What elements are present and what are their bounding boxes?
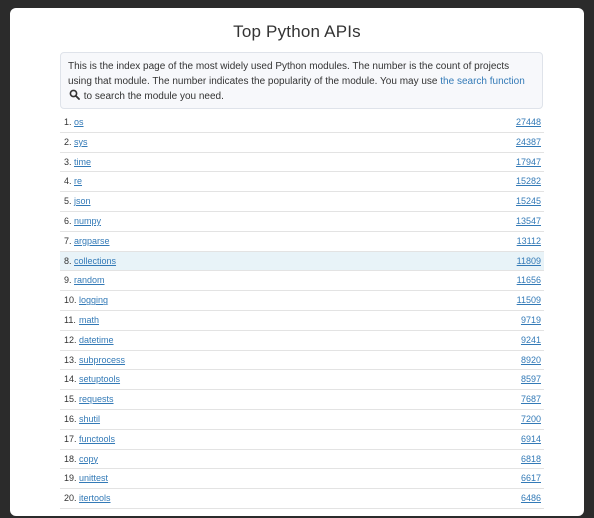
module-row: 8. collections 11809 — [60, 251, 544, 272]
module-count-link[interactable]: 6914 — [521, 430, 541, 449]
module-rank: 8. — [64, 255, 72, 266]
module-rank: 11. — [64, 314, 76, 325]
module-rank: 17. — [64, 433, 77, 444]
module-name-link[interactable]: os — [74, 113, 84, 132]
module-rank: 10. — [64, 295, 77, 306]
module-row: 20. itertools 6486 — [60, 489, 544, 509]
search-function-link[interactable]: the search function — [440, 76, 525, 87]
module-name-link[interactable]: functools — [79, 430, 115, 449]
module-rank: 3. — [64, 156, 72, 167]
module-name-link[interactable]: logging — [79, 291, 108, 310]
module-row: 12. datetime 9241 — [60, 331, 544, 351]
module-count-link[interactable]: 11656 — [517, 271, 541, 290]
module-name-link[interactable]: random — [74, 271, 105, 290]
module-name-link[interactable]: shutil — [79, 410, 100, 429]
intro-panel: This is the index page of the most widel… — [60, 52, 543, 109]
module-row: 5. json 15245 — [60, 192, 544, 212]
module-row: 10. logging 11509 — [60, 291, 544, 311]
module-name-link[interactable]: setuptools — [79, 370, 120, 389]
module-name-link[interactable]: numpy — [74, 212, 101, 231]
module-row: 16. shutil 7200 — [60, 410, 544, 430]
module-rank: 7. — [64, 235, 72, 246]
module-name-link[interactable]: math — [79, 311, 99, 330]
module-row: 6. numpy 13547 — [60, 212, 544, 232]
module-row: 7. argparse 13112 — [60, 232, 544, 252]
page-title: Top Python APIs — [233, 22, 361, 41]
module-row: 2. sys 24387 — [60, 133, 544, 153]
search-icon[interactable] — [69, 89, 80, 100]
module-count-link[interactable]: 27448 — [516, 113, 541, 132]
module-count-link[interactable]: 7200 — [521, 410, 541, 429]
module-rank: 19. — [64, 473, 77, 484]
module-name-link[interactable]: requests — [79, 390, 114, 409]
module-count-link[interactable]: 6617 — [521, 469, 541, 488]
module-rank: 9. — [64, 275, 72, 286]
module-row: 4. re 15282 — [60, 172, 544, 193]
module-count-link[interactable]: 9719 — [521, 311, 541, 330]
module-count-link[interactable]: 6486 — [521, 489, 541, 508]
module-count-link[interactable]: 7687 — [521, 390, 541, 409]
module-name-link[interactable]: itertools — [79, 489, 111, 508]
module-name-link[interactable]: argparse — [74, 232, 110, 251]
module-rank: 4. — [64, 176, 72, 187]
module-count-link[interactable]: 8920 — [521, 351, 541, 370]
module-name-link[interactable]: collections — [74, 252, 116, 271]
intro-text-end: to search the module you need. — [81, 91, 224, 102]
module-count-link[interactable]: 15282 — [516, 172, 541, 191]
module-name-link[interactable]: sys — [74, 133, 88, 152]
page-frame: Top Python APIs This is the index page o… — [10, 8, 584, 516]
module-count-link[interactable]: 24387 — [516, 133, 541, 152]
module-name-link[interactable]: datetime — [79, 331, 114, 350]
module-ranking-list: 1. os 27448 2. sys 24387 3. time 17947 4. re 15282 5… — [60, 113, 544, 509]
module-rank: 18. — [64, 453, 77, 464]
module-rank: 15. — [64, 394, 77, 405]
module-rank: 5. — [64, 196, 72, 207]
module-count-link[interactable]: 15245 — [516, 192, 541, 211]
module-rank: 13. — [64, 354, 77, 365]
module-count-link[interactable]: 8597 — [521, 370, 541, 389]
module-name-link[interactable]: time — [74, 153, 91, 172]
module-rank: 14. — [64, 374, 77, 385]
module-name-link[interactable]: json — [74, 192, 91, 211]
module-row: 11. math 9719 — [60, 311, 544, 331]
module-count-link[interactable]: 11509 — [517, 291, 541, 310]
module-row: 9. random 11656 — [60, 271, 544, 292]
module-row: 19. unittest 6617 — [60, 469, 544, 490]
module-count-link[interactable]: 6818 — [521, 450, 541, 469]
module-row: 18. copy 6818 — [60, 450, 544, 470]
module-rank: 1. — [64, 117, 72, 127]
module-rank: 20. — [64, 493, 77, 504]
module-rank: 16. — [64, 413, 77, 424]
module-count-link[interactable]: 17947 — [516, 153, 541, 172]
module-row: 13. subprocess 8920 — [60, 351, 544, 371]
module-row: 17. functools 6914 — [60, 430, 544, 450]
module-count-link[interactable]: 13547 — [516, 212, 541, 231]
module-name-link[interactable]: re — [74, 172, 82, 191]
module-row: 15. requests 7687 — [60, 390, 544, 410]
module-name-link[interactable]: copy — [79, 450, 98, 469]
module-row: 14. setuptools 8597 — [60, 370, 544, 391]
module-count-link[interactable]: 13112 — [517, 232, 541, 251]
module-rank: 6. — [64, 215, 72, 226]
module-row: 3. time 17947 — [60, 153, 544, 173]
module-name-link[interactable]: subprocess — [79, 351, 125, 370]
module-count-link[interactable]: 9241 — [521, 331, 541, 350]
module-row: 1. os 27448 — [60, 113, 544, 133]
module-rank: 12. — [64, 334, 77, 345]
module-name-link[interactable]: unittest — [79, 469, 108, 488]
module-rank: 2. — [64, 136, 72, 147]
module-count-link[interactable]: 11809 — [517, 252, 541, 271]
